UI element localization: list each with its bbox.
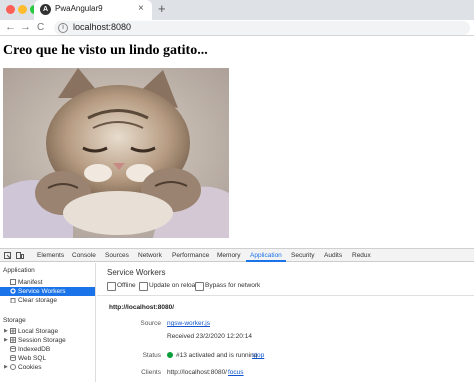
sidebar-item-label: Session Storage bbox=[18, 337, 66, 344]
browser-tab-strip: A PwaAngular9 × + bbox=[0, 0, 474, 20]
gear-icon bbox=[10, 288, 16, 294]
browser-tab[interactable]: A PwaAngular9 × bbox=[34, 0, 152, 20]
browser-toolbar: ← → C i localhost:8080 bbox=[0, 20, 474, 36]
tab-audits[interactable]: Audits bbox=[320, 249, 346, 262]
tab-performance[interactable]: Performance bbox=[168, 249, 213, 262]
update-on-reload-checkbox[interactable]: Update on reload bbox=[139, 282, 199, 291]
cookie-icon bbox=[10, 364, 16, 370]
sidebar-item-web-sql[interactable]: Web SQL bbox=[0, 354, 95, 363]
expand-triangle-icon[interactable]: ▶ bbox=[4, 363, 8, 372]
sidebar-item-manifest[interactable]: Manifest bbox=[0, 278, 95, 287]
sidebar-item-label: IndexedDB bbox=[18, 346, 51, 353]
offline-checkbox[interactable]: Offline bbox=[107, 282, 136, 291]
back-arrow-icon[interactable]: ← bbox=[5, 20, 16, 35]
address-bar[interactable]: i localhost:8080 bbox=[54, 21, 470, 35]
source-link[interactable]: ngsw-worker.js bbox=[167, 320, 210, 327]
pane-title: Service Workers bbox=[107, 268, 166, 277]
page-heading: Creo que he visto un lindo gatito... bbox=[3, 43, 208, 58]
tab-elements[interactable]: Elements bbox=[33, 249, 68, 262]
device-toolbar-icon[interactable] bbox=[16, 252, 24, 259]
worker-origin: http://localhost:8080/ bbox=[109, 304, 175, 311]
close-window-button[interactable] bbox=[6, 5, 15, 14]
sidebar-section-storage: Storage bbox=[3, 317, 26, 324]
sidebar-section-application: Application bbox=[3, 267, 35, 274]
tab-sources[interactable]: Sources bbox=[101, 249, 133, 262]
application-sidebar: Application Manifest Service Workers Cle… bbox=[0, 263, 96, 382]
stop-link[interactable]: stop bbox=[252, 352, 264, 359]
forward-arrow-icon[interactable]: → bbox=[20, 20, 31, 35]
sidebar-item-label: Cookies bbox=[18, 364, 42, 371]
database-icon bbox=[10, 346, 16, 352]
tab-console[interactable]: Console bbox=[68, 249, 100, 262]
status-label: Status bbox=[142, 352, 161, 359]
devtools-tab-bar: Elements Console Sources Network Perform… bbox=[0, 249, 474, 262]
divider bbox=[97, 295, 474, 296]
new-tab-button[interactable]: + bbox=[158, 1, 166, 16]
status-text: #13 activated and is running bbox=[176, 352, 258, 359]
tab-redux[interactable]: Redux bbox=[348, 249, 375, 262]
sidebar-item-label: Web SQL bbox=[18, 355, 47, 362]
sidebar-item-session-storage[interactable]: ▶ Session Storage bbox=[0, 336, 95, 345]
page-content: Creo que he visto un lindo gatito... bbox=[0, 37, 474, 247]
minimize-window-button[interactable] bbox=[18, 5, 27, 14]
received-text: Received 23/2/2020 12:20:14 bbox=[167, 333, 252, 340]
inspect-icon[interactable] bbox=[4, 252, 11, 259]
focus-link[interactable]: focus bbox=[228, 369, 244, 376]
grid-icon bbox=[10, 328, 16, 334]
sidebar-item-local-storage[interactable]: ▶ Local Storage bbox=[0, 327, 95, 336]
source-label: Source bbox=[140, 320, 161, 327]
document-icon bbox=[10, 279, 16, 285]
clients-text: http://localhost:8080/ bbox=[167, 369, 227, 376]
tab-close-icon[interactable]: × bbox=[138, 3, 144, 14]
angular-icon: A bbox=[40, 4, 51, 15]
tab-network[interactable]: Network bbox=[134, 249, 166, 262]
sidebar-item-label: Manifest bbox=[18, 279, 43, 286]
bypass-for-network-checkbox[interactable]: Bypass for network bbox=[195, 282, 260, 291]
devtools-toolbar-icons bbox=[0, 249, 32, 262]
grid-icon bbox=[10, 337, 16, 343]
tab-memory[interactable]: Memory bbox=[213, 249, 244, 262]
sidebar-item-label: Clear storage bbox=[18, 297, 58, 304]
status-indicator-icon bbox=[167, 352, 173, 358]
tab-title: PwaAngular9 bbox=[55, 4, 103, 13]
url-text[interactable]: localhost:8080 bbox=[73, 22, 131, 32]
trash-icon bbox=[10, 298, 16, 303]
sidebar-item-indexeddb[interactable]: IndexedDB bbox=[0, 345, 95, 354]
sidebar-item-label: Local Storage bbox=[18, 328, 59, 335]
tab-security[interactable]: Security bbox=[287, 249, 318, 262]
tab-application[interactable]: Application bbox=[246, 249, 286, 262]
expand-triangle-icon[interactable]: ▶ bbox=[4, 336, 8, 345]
sidebar-item-cookies[interactable]: ▶ Cookies bbox=[0, 363, 95, 372]
sidebar-item-clear-storage[interactable]: Clear storage bbox=[0, 296, 95, 305]
reload-icon[interactable]: C bbox=[37, 20, 44, 35]
service-workers-pane: Service Workers Offline Update on reload… bbox=[97, 263, 474, 382]
devtools-panel: Elements Console Sources Network Perform… bbox=[0, 248, 474, 382]
database-icon bbox=[10, 355, 16, 361]
kitten-image bbox=[3, 68, 229, 238]
clients-label: Clients bbox=[141, 369, 161, 376]
sidebar-item-service-workers[interactable]: Service Workers bbox=[0, 287, 95, 296]
expand-triangle-icon[interactable]: ▶ bbox=[4, 327, 8, 336]
info-icon[interactable]: i bbox=[58, 23, 68, 33]
sidebar-item-label: Service Workers bbox=[18, 288, 66, 295]
